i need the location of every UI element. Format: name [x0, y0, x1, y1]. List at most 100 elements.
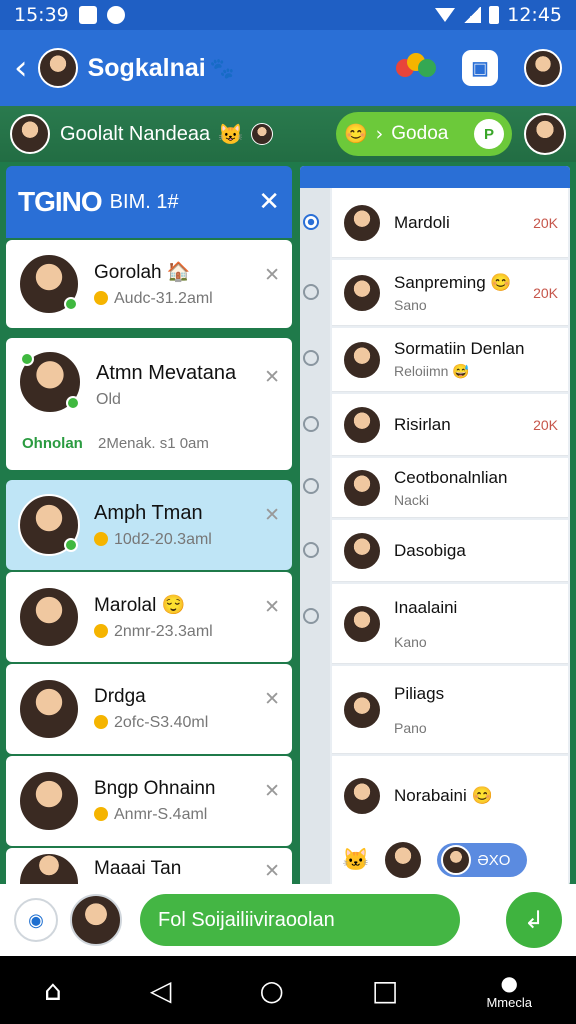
list-item[interactable]: Piliags Pano [332, 666, 568, 754]
back-arrow-icon[interactable]: ‹ [14, 48, 28, 88]
profile-avatar[interactable] [524, 49, 562, 87]
contact-subtitle: Old [96, 391, 121, 408]
radio-button[interactable] [303, 284, 319, 300]
cat-icon[interactable]: 🐱 [342, 847, 369, 873]
list-item[interactable]: Maaai Tan ✕ [6, 848, 292, 886]
contact-name: Gorolah 🏠 [94, 262, 191, 283]
list-item[interactable]: Inaalaini Kano [332, 584, 568, 664]
avatar[interactable] [10, 114, 50, 154]
radio-button[interactable] [303, 214, 319, 230]
list-item[interactable]: Gorolah 🏠 Audc-31.2aml ✕ [6, 240, 292, 328]
avatar [342, 339, 382, 380]
contact-subtitle: Anmr-S.4aml [94, 806, 264, 824]
quick-contacts: 🐱 ƏXO [332, 836, 568, 884]
status-dot-icon [94, 624, 108, 638]
people-icon[interactable] [396, 53, 436, 83]
avatar [342, 530, 382, 571]
contact-name: Amph Tman [94, 501, 203, 524]
close-icon[interactable]: ✕ [264, 264, 280, 286]
chevron-right-icon: › [375, 123, 384, 145]
camera-icon[interactable]: ◉ [14, 898, 58, 942]
app-bar: ‹ Sogkalnai 🐾 ▣ [0, 30, 576, 106]
list-item[interactable]: Sanpreming 😊 Sano 20K [332, 260, 568, 326]
status-time: 15:39 [14, 4, 69, 26]
list-item-selected[interactable]: Amph Tman 10d2-20.3aml ✕ [6, 480, 292, 570]
avatar [342, 689, 382, 730]
close-icon[interactable]: ✕ [264, 860, 280, 882]
radio-button[interactable] [303, 542, 319, 558]
panel-title: TGINO [18, 186, 103, 217]
avatar[interactable] [383, 840, 424, 880]
close-icon[interactable]: ✕ [264, 596, 280, 618]
avatar [342, 202, 382, 243]
list-item[interactable]: Bngp Ohnainn Anmr-S.4aml ✕ [6, 756, 292, 846]
avatar[interactable] [70, 894, 122, 946]
app-title: Sogkalnai [87, 53, 206, 82]
radio-button[interactable] [303, 478, 319, 494]
avatar [18, 852, 80, 886]
contact-subtitle: 2ofc-S3.40ml [94, 714, 264, 732]
avatar [18, 350, 82, 414]
recents-icon[interactable]: □ [372, 974, 398, 1007]
status-pill-button[interactable]: 😊 › Godoa P [336, 112, 512, 156]
left-panel-header: TGINO BIM. 1# ✕ [6, 166, 292, 238]
avatar [18, 770, 80, 832]
contact-name: Marolal 😌 [94, 595, 186, 616]
mini-avatar [251, 123, 274, 145]
subtitle-text: 2ofc-S3.40ml [114, 714, 209, 731]
contact-subtitle: Reloiimn 😅 [394, 363, 470, 379]
avatar [18, 494, 80, 556]
list-item[interactable]: Marolal 😌 2nmr-23.3aml ✕ [6, 572, 292, 662]
list-item[interactable]: Mardoli 20K [332, 188, 568, 258]
close-icon[interactable]: ✕ [258, 187, 280, 217]
last-seen: 2Menak. s1 0am [98, 435, 209, 452]
smile-icon: 😊 [344, 124, 368, 145]
contact-name: Drdga [94, 686, 146, 707]
sub-header: Goolalt Nandeaa 😺 😊 › Godoa P [0, 106, 576, 162]
contact-name: Sanpreming 😊 [394, 272, 512, 292]
list-item[interactable]: Atmn Mevatana Old ✕ Ohnolan 2Menak. s1 0… [6, 338, 292, 470]
contact-subtitle: 10d2-20.3aml [94, 531, 264, 549]
online-status: Ohnolan [22, 435, 83, 452]
list-item[interactable]: Sormatiin Denlan Reloiimn 😅 [332, 328, 568, 392]
contact-name: Inaalaini [394, 597, 458, 617]
radio-button[interactable] [303, 416, 319, 432]
contact-name: Goolalt Nandeaa [60, 122, 211, 145]
status-dot-icon [94, 531, 108, 546]
home-icon[interactable]: ⌂ [44, 974, 62, 1007]
list-item[interactable]: Dasobiga [332, 520, 568, 582]
cat-emoji-icon: 😺 [218, 123, 244, 146]
back-icon[interactable]: ◁ [150, 974, 172, 1007]
avatar[interactable] [524, 113, 566, 155]
contact-name: Maaai Tan [94, 858, 182, 879]
radio-button[interactable] [303, 608, 319, 624]
avatar [342, 272, 382, 313]
list-item[interactable]: Risirlan 20K [332, 394, 568, 456]
close-icon[interactable]: ✕ [264, 780, 280, 802]
composer-bar: ◉ Fol Soijailiiviraoolan ↲ [0, 884, 576, 956]
profile-nav-item[interactable]: ● Mmecla [486, 971, 532, 1010]
contact-name: Risirlan [394, 414, 451, 434]
status-bar: 15:39 12:45 [0, 0, 576, 30]
radio-button[interactable] [303, 350, 319, 366]
close-icon[interactable]: ✕ [264, 366, 280, 388]
pill-label: Godoa [391, 123, 449, 144]
contact-subtitle: Audc-31.2aml [94, 290, 264, 308]
list-item[interactable]: Drdga 2ofc-S3.40ml ✕ [6, 664, 292, 754]
battery-icon [489, 6, 500, 24]
message-input[interactable]: Fol Soijailiiviraoolan [140, 894, 460, 946]
document-icon[interactable]: ▣ [462, 50, 498, 86]
mode-toggle[interactable]: ƏXO [437, 843, 528, 877]
avatar [342, 467, 382, 508]
close-icon[interactable]: ✕ [264, 504, 280, 526]
avatar [18, 586, 80, 648]
avatar[interactable] [37, 48, 78, 88]
close-icon[interactable]: ✕ [264, 688, 280, 710]
contact-name: Atmn Mevatana [96, 362, 237, 384]
list-item[interactable]: Norabaini 😊 [332, 756, 568, 836]
circle-home-icon[interactable]: ○ [259, 974, 283, 1007]
list-item[interactable]: Ceotbonalnlian Nacki [332, 458, 568, 518]
contact-subtitle: Kano [394, 633, 427, 650]
contact-name: Ceotbonalnlian [394, 467, 508, 487]
send-button[interactable]: ↲ [506, 892, 562, 948]
